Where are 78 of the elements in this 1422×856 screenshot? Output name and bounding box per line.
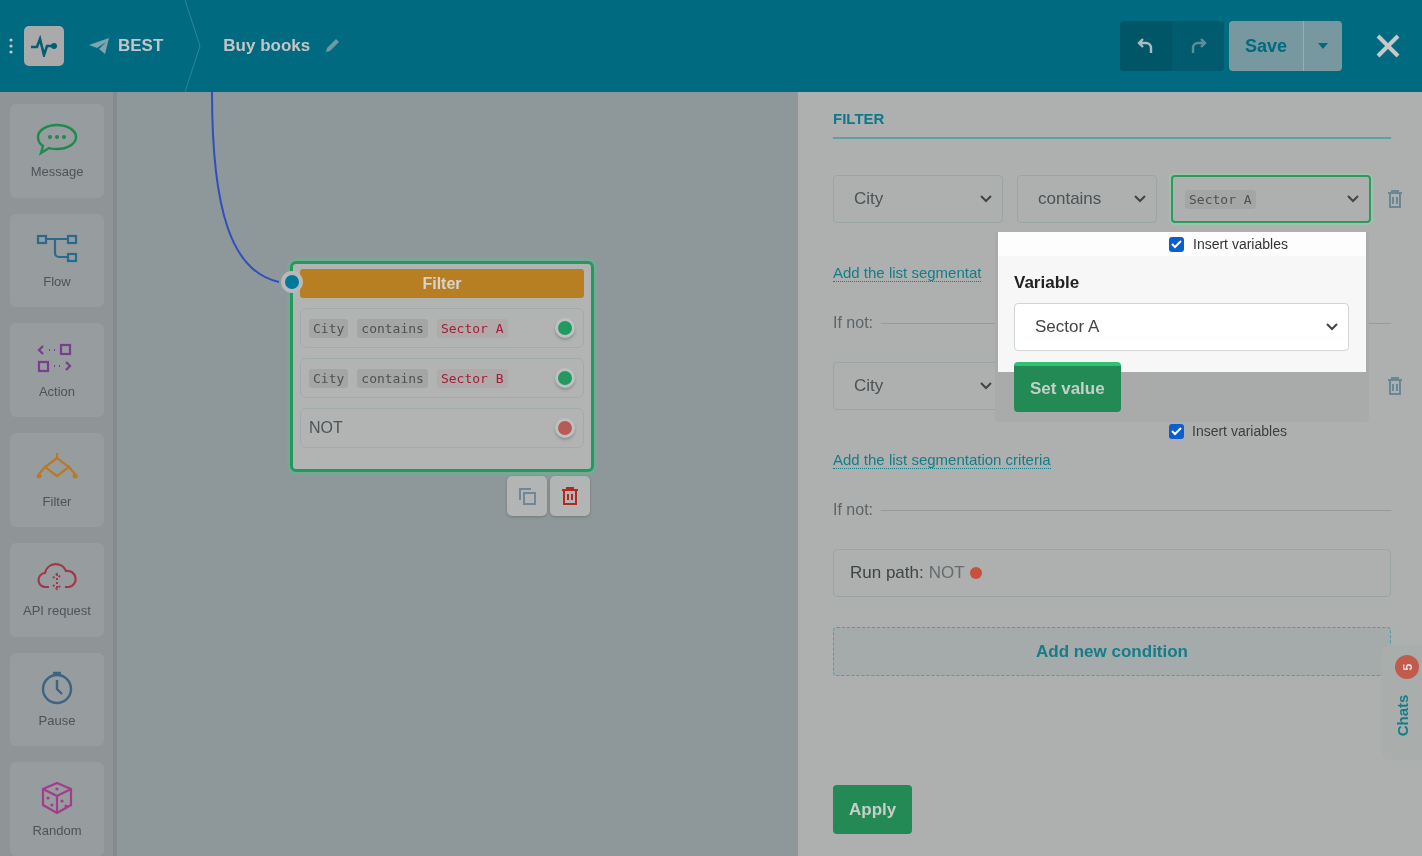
- pencil-icon[interactable]: [324, 38, 341, 54]
- field-select[interactable]: City: [833, 175, 1003, 223]
- block-label: Pause: [38, 712, 76, 728]
- output-port[interactable]: [555, 318, 575, 338]
- chevron-icon: [1326, 323, 1338, 331]
- pulse-logo-icon[interactable]: [24, 26, 64, 66]
- checkbox-label: Insert variables: [1193, 236, 1288, 252]
- block-button[interactable]: Flow: [10, 213, 104, 308]
- close-button[interactable]: [1374, 32, 1402, 60]
- chats-tab[interactable]: Chats 5: [1382, 645, 1422, 760]
- segmentation-link[interactable]: Add the list segmentation criteria: [833, 451, 1051, 469]
- block-label: Flow: [43, 274, 71, 290]
- block-button[interactable]: API request: [10, 542, 104, 637]
- chevron-icon: [1134, 195, 1146, 203]
- caret-icon: [1318, 43, 1328, 49]
- chevron-icon: [980, 382, 992, 390]
- chats-label: Chats: [1393, 693, 1411, 739]
- select-value: City: [854, 376, 884, 396]
- flow-title: Buy books: [223, 36, 311, 56]
- bot-name: BEST: [118, 36, 164, 56]
- value-tag: Sector A: [1185, 189, 1256, 209]
- panel-title: FILTER: [833, 110, 1391, 139]
- block-button[interactable]: Random: [10, 762, 104, 856]
- add-condition-button[interactable]: Add new condition: [833, 627, 1391, 676]
- chevron-icon: [980, 195, 992, 203]
- segmentation-link[interactable]: Add the list segmentat: [833, 264, 982, 282]
- menu-icon[interactable]: [9, 38, 13, 54]
- paper-plane-icon: [88, 37, 110, 55]
- block-label: Action: [38, 383, 76, 399]
- if-not-label: If not:: [833, 501, 874, 519]
- save-button[interactable]: Save: [1228, 21, 1303, 71]
- block-label: Random: [32, 822, 82, 838]
- checkbox[interactable]: [1169, 236, 1184, 252]
- chevron-icon: [1347, 195, 1359, 203]
- block-button[interactable]: Filter: [10, 433, 104, 527]
- trash-icon[interactable]: [1385, 189, 1405, 209]
- trash-icon: [560, 486, 580, 506]
- operator-tag: contains: [357, 318, 428, 338]
- undo-button[interactable]: [1119, 21, 1172, 71]
- filter-node[interactable]: Filter City contains Sector A City contains Sector B NOT: [290, 261, 594, 472]
- select-value: contains: [1038, 189, 1102, 209]
- trash-icon[interactable]: [1385, 376, 1405, 396]
- select-value: City: [854, 189, 884, 209]
- output-port[interactable]: [555, 368, 575, 388]
- set-value-button[interactable]: Set value: [1014, 362, 1121, 412]
- select-value: Sector A: [1035, 317, 1100, 337]
- input-port[interactable]: [281, 271, 303, 293]
- output-port[interactable]: [555, 418, 575, 438]
- value-tag: Sector B: [436, 368, 508, 388]
- variable-label: Variable: [1013, 272, 1081, 293]
- operator-tag: contains: [357, 368, 428, 388]
- block-label: API request: [23, 603, 91, 619]
- row-label: NOT: [309, 419, 343, 437]
- value-select[interactable]: Sector A: [1171, 175, 1371, 223]
- run-path-value: NOT: [928, 563, 965, 583]
- value-tag: Sector A: [436, 318, 508, 338]
- block-button[interactable]: Message: [10, 104, 104, 198]
- block-label: Message: [30, 164, 84, 180]
- block-button[interactable]: Pause: [10, 652, 104, 747]
- copy-icon: [517, 486, 537, 506]
- save-split-button[interactable]: Save: [1228, 21, 1342, 71]
- apply-button[interactable]: Apply: [833, 785, 913, 834]
- checkbox[interactable]: [1169, 423, 1184, 439]
- copy-button[interactable]: [507, 476, 547, 516]
- close-icon: [1374, 32, 1402, 60]
- block-label: Filter: [42, 493, 72, 509]
- node-title: Filter: [300, 269, 584, 298]
- checkbox-label: Insert variables: [1192, 423, 1287, 439]
- run-path-label: Run path:: [850, 563, 924, 583]
- field-tag: City: [309, 318, 349, 338]
- variable-select[interactable]: Sector A: [1014, 303, 1349, 351]
- block-button[interactable]: Action: [10, 323, 104, 418]
- count-badge: 5: [1395, 655, 1419, 679]
- operator-select[interactable]: contains: [1017, 175, 1157, 223]
- if-not-label: If not:: [833, 314, 874, 332]
- speech-bubble-icon: [35, 122, 79, 157]
- delete-button[interactable]: [550, 476, 590, 516]
- field-tag: City: [309, 368, 349, 388]
